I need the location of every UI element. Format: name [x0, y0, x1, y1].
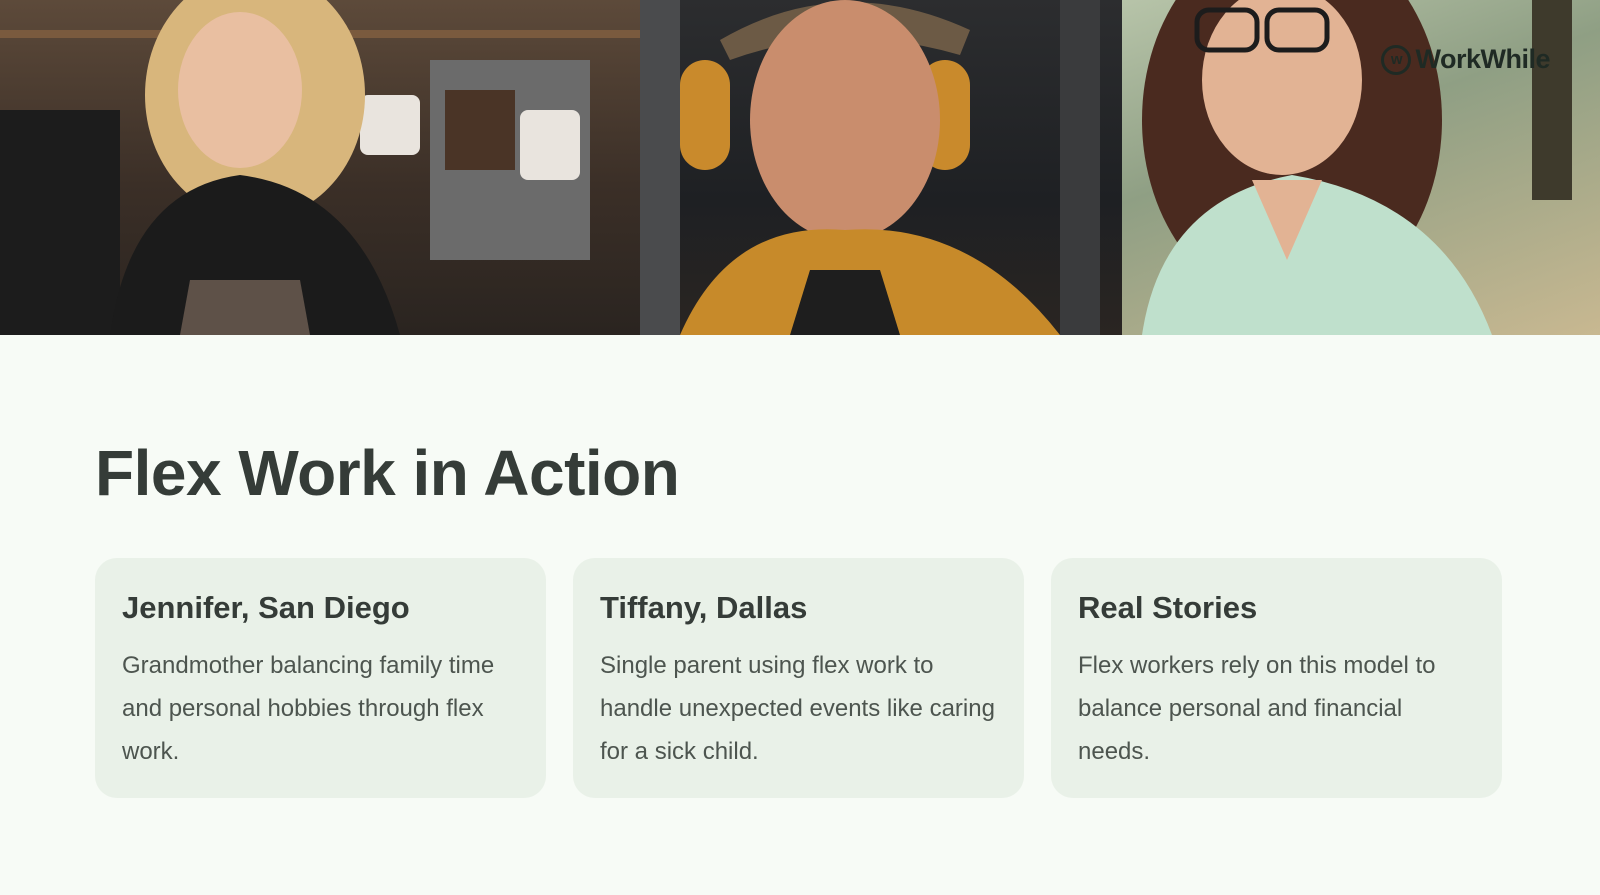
page-title: Flex Work in Action — [95, 437, 680, 509]
workwhile-logo-icon: w — [1381, 44, 1412, 75]
photo-banner: w WorkWhile — [0, 0, 1600, 335]
card-text: Grandmother balancing family time and pe… — [122, 652, 495, 765]
story-card-jennifer: Jennifer, San Diego Grandmother balancin… — [95, 558, 546, 798]
card-title: Tiffany, Dallas — [600, 590, 808, 625]
card-text: Single parent using flex work to handle … — [600, 652, 995, 765]
story-card-tiffany: Tiffany, Dallas Single parent using flex… — [573, 558, 1024, 798]
office-worker-photo: w WorkWhile — [1122, 0, 1600, 335]
story-cards: Jennifer, San Diego Grandmother balancin… — [95, 558, 1502, 798]
story-card-real-stories: Real Stories Flex workers rely on this m… — [1051, 558, 1502, 798]
industrial-worker-photo — [640, 0, 1122, 335]
brand-logo: w WorkWhile — [1381, 44, 1550, 75]
barista-photo — [0, 0, 640, 335]
card-text: Flex workers rely on this model to balan… — [1078, 652, 1436, 765]
card-title: Jennifer, San Diego — [122, 590, 410, 625]
brand-name: WorkWhile — [1415, 44, 1550, 74]
card-title: Real Stories — [1078, 590, 1258, 625]
